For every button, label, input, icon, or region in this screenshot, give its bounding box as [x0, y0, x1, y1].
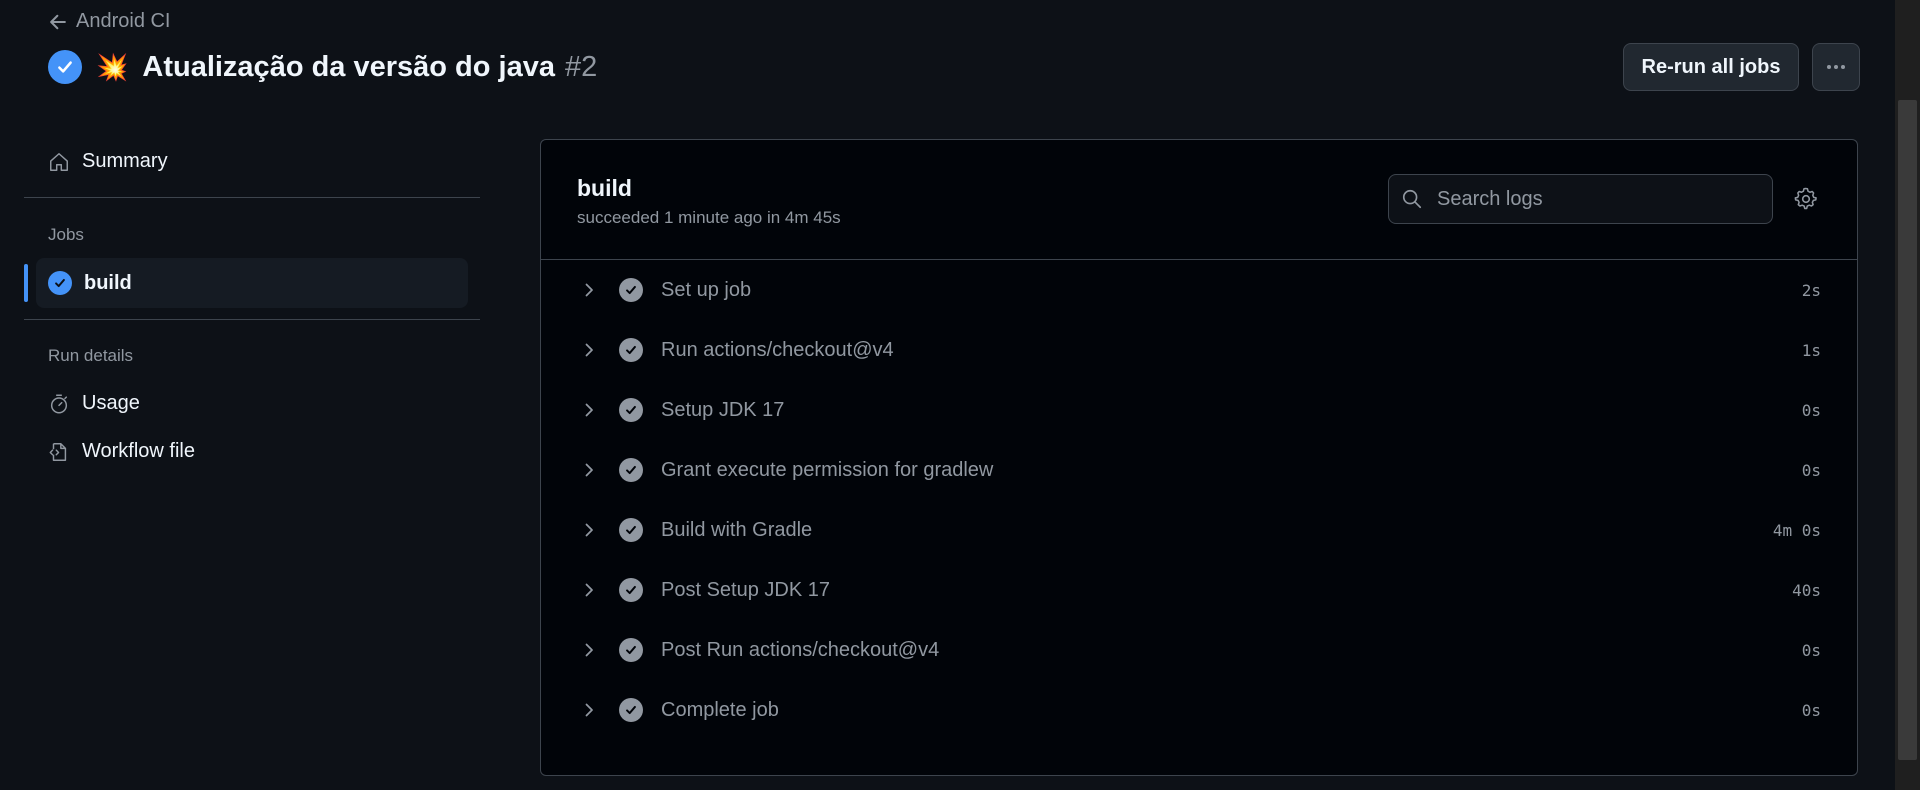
sidebar-item-usage[interactable]: Usage: [48, 392, 140, 415]
step-duration: 2s: [1801, 280, 1821, 300]
steps-list: Set up job 2s Run actions/checkout@v4 1s…: [541, 260, 1857, 740]
active-job-indicator: [24, 264, 28, 302]
step-row[interactable]: Run actions/checkout@v4 1s: [541, 320, 1857, 380]
step-success-icon: [619, 338, 643, 362]
step-row[interactable]: Grant execute permission for gradlew 0s: [541, 440, 1857, 500]
sidebar-item-label: Workflow file: [82, 440, 195, 462]
chevron-right-icon: [585, 343, 593, 357]
step-row[interactable]: Set up job 2s: [541, 260, 1857, 320]
chevron-right-icon: [585, 703, 593, 717]
run-number: #2: [565, 50, 598, 83]
chevron-right-icon: [585, 463, 593, 477]
step-success-icon: [619, 638, 643, 662]
step-success-icon: [619, 578, 643, 602]
sidebar-item-label: Usage: [82, 392, 140, 414]
chevron-right-icon: [585, 403, 593, 417]
step-name: Post Run actions/checkout@v4: [661, 638, 940, 661]
step-name: Setup JDK 17: [661, 398, 785, 421]
back-link-label: Android CI: [76, 10, 171, 32]
step-duration: 0s: [1801, 640, 1821, 660]
step-row[interactable]: Build with Gradle 4m 0s: [541, 500, 1857, 560]
step-duration: 0s: [1801, 400, 1821, 420]
sidebar-item-summary[interactable]: Summary: [48, 150, 168, 173]
job-logs-panel: build succeeded 1 minute ago in 4m 45s S…: [540, 139, 1858, 776]
step-row[interactable]: Post Run actions/checkout@v4 0s: [541, 620, 1857, 680]
step-success-icon: [619, 458, 643, 482]
chevron-right-icon: [585, 643, 593, 657]
step-success-icon: [619, 698, 643, 722]
arrow-left-icon: [50, 14, 66, 29]
file-code-icon: [49, 442, 67, 461]
step-name: Set up job: [661, 278, 752, 301]
chevron-right-icon: [585, 583, 593, 597]
step-duration: 4m 0s: [1772, 520, 1821, 540]
step-row[interactable]: Post Setup JDK 17 40s: [541, 560, 1857, 620]
log-settings-button[interactable]: [1792, 185, 1820, 213]
search-logs-field[interactable]: [1388, 174, 1773, 224]
job-status-text: succeeded 1 minute ago in 4m 45s: [577, 208, 841, 227]
success-check-icon: [48, 271, 72, 295]
run-title-row: 💥 Atualização da versão do java #2: [48, 48, 597, 86]
step-duration: 0s: [1801, 460, 1821, 480]
more-options-button[interactable]: [1812, 43, 1860, 91]
sidebar-item-label: Summary: [82, 150, 168, 172]
success-check-icon: [48, 50, 82, 84]
job-title: build: [577, 175, 632, 201]
step-name: Grant execute permission for gradlew: [661, 458, 994, 481]
step-duration: 1s: [1801, 340, 1821, 360]
sidebar-divider: [24, 319, 480, 320]
job-header: build succeeded 1 minute ago in 4m 45s: [541, 140, 1857, 260]
step-name: Run actions/checkout@v4: [661, 338, 894, 361]
step-row[interactable]: Setup JDK 17 0s: [541, 380, 1857, 440]
step-row[interactable]: Complete job 0s: [541, 680, 1857, 740]
collision-emoji: 💥: [96, 52, 129, 82]
sidebar-item-build[interactable]: build: [36, 258, 468, 308]
step-success-icon: [619, 398, 643, 422]
step-duration: 40s: [1792, 580, 1821, 600]
search-icon: [1402, 189, 1422, 209]
step-success-icon: [619, 518, 643, 542]
chevron-right-icon: [585, 523, 593, 537]
step-success-icon: [619, 278, 643, 302]
scrollbar-thumb[interactable]: [1898, 100, 1917, 760]
gear-icon: [1794, 187, 1817, 210]
step-duration: 0s: [1801, 700, 1821, 720]
run-details-heading: Run details: [48, 346, 134, 365]
back-link[interactable]: Android CI: [48, 10, 171, 33]
home-icon: [50, 152, 68, 171]
page-title: Atualização da versão do java: [142, 50, 555, 83]
step-name: Build with Gradle: [661, 518, 813, 541]
rerun-all-jobs-button[interactable]: Re-run all jobs: [1623, 43, 1799, 91]
sidebar-item-workflow-file[interactable]: Workflow file: [48, 440, 195, 463]
kebab-horizontal-icon: [1827, 65, 1845, 69]
sidebar-divider: [24, 197, 480, 198]
chevron-right-icon: [585, 283, 593, 297]
search-logs-input[interactable]: [1435, 186, 1755, 212]
jobs-heading: Jobs: [48, 225, 84, 244]
stopwatch-icon: [50, 394, 68, 413]
step-name: Post Setup JDK 17: [661, 578, 830, 601]
step-name: Complete job: [661, 698, 779, 721]
sidebar-item-label: build: [84, 271, 132, 294]
